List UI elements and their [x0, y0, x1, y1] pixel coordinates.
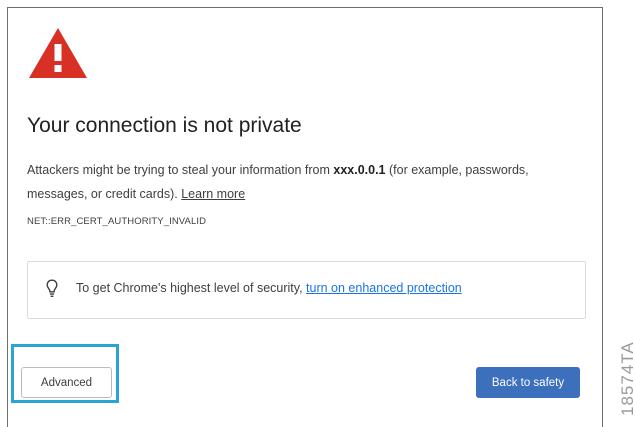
- error-code: NET::ERR_CERT_AUTHORITY_INVALID: [27, 216, 207, 227]
- back-to-safety-button[interactable]: Back to safety: [476, 367, 580, 398]
- advanced-button[interactable]: Advanced: [21, 367, 112, 398]
- learn-more-link[interactable]: Learn more: [181, 187, 245, 201]
- page-title: Your connection is not private: [27, 114, 302, 137]
- explanation-prefix: Attackers might be trying to steal your …: [27, 163, 334, 177]
- explanation-text: Attackers might be trying to steal your …: [27, 158, 567, 206]
- host-address: xxx.0.0.1: [333, 163, 386, 177]
- warning-triangle-icon: [29, 28, 87, 78]
- enhanced-protection-text: To get Chrome's highest level of securit…: [76, 281, 462, 295]
- figure-id-label: 18574TA: [618, 341, 635, 416]
- enhanced-protection-prefix: To get Chrome's highest level of securit…: [76, 281, 307, 295]
- lightbulb-icon: [46, 279, 58, 297]
- enhanced-protection-link[interactable]: turn on enhanced protection: [306, 281, 462, 295]
- enhanced-protection-box: To get Chrome's highest level of securit…: [27, 261, 586, 319]
